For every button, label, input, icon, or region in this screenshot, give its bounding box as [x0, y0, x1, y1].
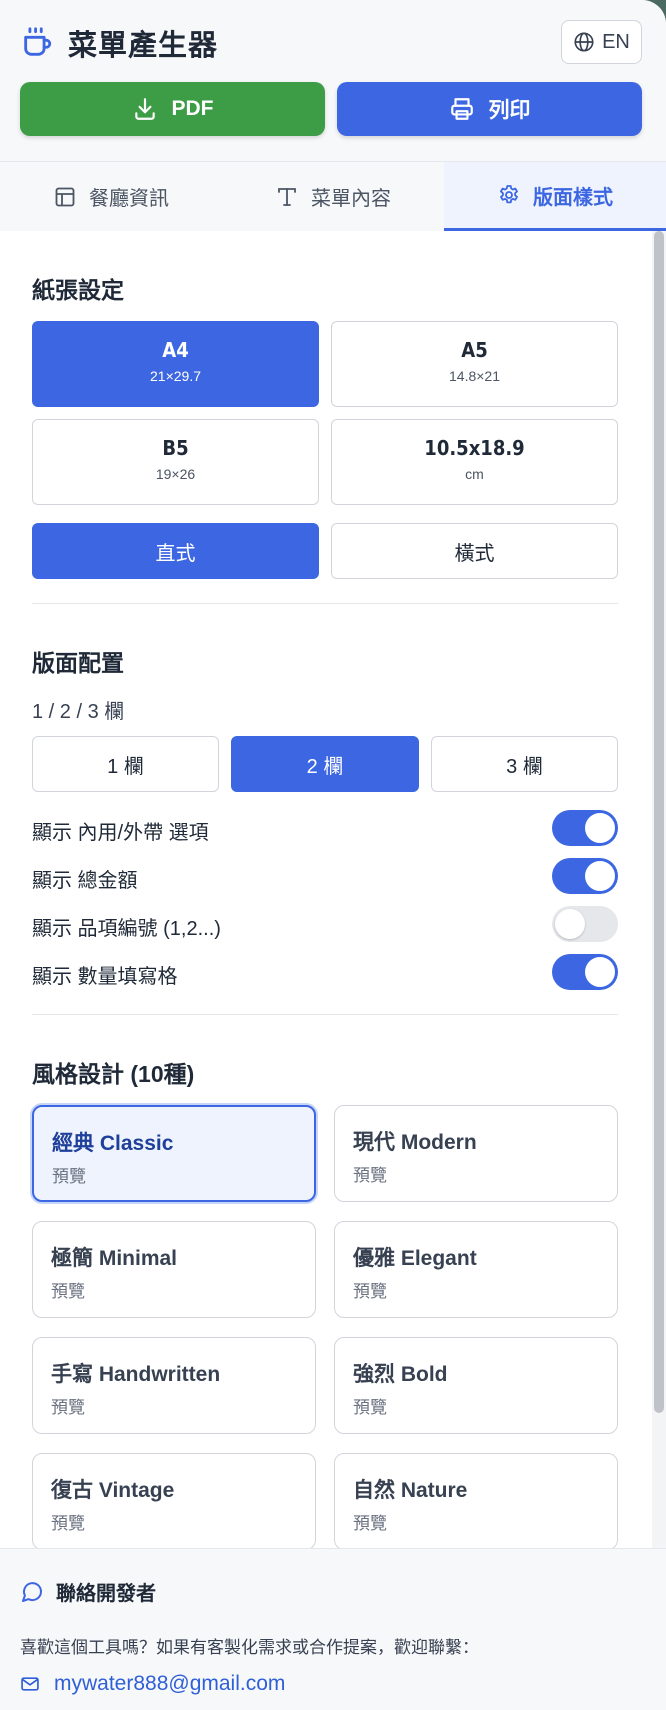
pdf-button[interactable]: PDF [20, 82, 325, 136]
toggle-dine-in-takeout: 顯示 內用/外帶 選項 [32, 810, 618, 846]
paper-size-custom[interactable]: 10.5x18.9 cm [331, 419, 618, 505]
toggle-label: 顯示 總金額 [32, 870, 138, 892]
paper-size-name: A5 [461, 338, 488, 362]
paper-settings-title: 紙張設定 [32, 277, 124, 303]
style-preview-label: 預覽 [51, 1282, 85, 1301]
toggle-item-numbers: 顯示 品項編號 (1,2...) [32, 906, 618, 942]
style-card-vintage[interactable]: 復古 Vintage 預覽 [32, 1453, 316, 1550]
style-name: 強烈 Bold [353, 1363, 448, 1386]
paper-size-b5[interactable]: B5 19×26 [32, 419, 319, 505]
contact-email: mywater888@gmail.com [54, 1672, 286, 1695]
paper-size-name: 10.5x18.9 [424, 436, 525, 460]
column-3-button[interactable]: 3 欄 [431, 736, 618, 792]
style-card-minimal[interactable]: 極簡 Minimal 預覽 [32, 1221, 316, 1318]
style-preview-label: 預覽 [353, 1514, 387, 1533]
app-panel: 菜單產生器 EN PDF 列印 餐廳資訊 菜單內容 版面樣式 紙張設定 A4 2… [0, 0, 666, 1710]
item-numbers-switch[interactable] [552, 906, 618, 942]
tab-label: 版面樣式 [533, 186, 613, 209]
brand: 菜單產生器 [20, 22, 218, 64]
printer-icon [450, 98, 473, 120]
text-icon [278, 187, 296, 206]
orientation-landscape-button[interactable]: 橫式 [331, 523, 618, 579]
section-divider [32, 1014, 618, 1015]
paper-size-a5[interactable]: A5 14.8×21 [331, 321, 618, 407]
tab-bar: 餐廳資訊 菜單內容 版面樣式 [0, 161, 666, 231]
tab-label: 菜單內容 [311, 188, 391, 210]
layout-settings-title: 版面配置 [32, 650, 124, 676]
dine-in-takeout-switch[interactable] [552, 810, 618, 846]
header: 菜單產生器 EN PDF 列印 [0, 0, 666, 161]
gear-icon [500, 185, 518, 204]
style-preview-label: 預覽 [52, 1167, 86, 1186]
style-preview-label: 預覽 [51, 1514, 85, 1533]
tab-layout-style[interactable]: 版面樣式 [444, 162, 666, 231]
mail-icon [21, 1677, 39, 1691]
style-card-nature[interactable]: 自然 Nature 預覽 [334, 1453, 618, 1550]
column-2-button[interactable]: 2 欄 [231, 736, 419, 792]
switch-knob [585, 813, 615, 843]
style-card-bold[interactable]: 強烈 Bold 預覽 [334, 1337, 618, 1434]
style-card-elegant[interactable]: 優雅 Elegant 預覽 [334, 1221, 618, 1318]
language-button[interactable]: EN [561, 20, 642, 64]
columns-label: 1 / 2 / 3 欄 [32, 701, 125, 723]
style-name: 手寫 Handwritten [51, 1363, 221, 1386]
language-label: EN [602, 30, 630, 53]
toggle-label: 顯示 數量填寫格 [32, 966, 178, 988]
style-name: 優雅 Elegant [353, 1247, 477, 1270]
contact-header: 聯絡開發者 [20, 1577, 156, 1606]
style-name: 現代 Modern [353, 1131, 477, 1154]
globe-icon [574, 32, 594, 52]
message-circle-icon [22, 1581, 43, 1602]
style-name: 極簡 Minimal [51, 1247, 178, 1270]
orientation-portrait-button[interactable]: 直式 [32, 523, 319, 579]
paper-size-dimensions: 14.8×21 [449, 368, 500, 384]
paper-size-a4[interactable]: A4 21×29.7 [32, 321, 319, 407]
print-button[interactable]: 列印 [337, 82, 642, 136]
paper-size-dimensions: cm [465, 466, 484, 482]
contact-email-link[interactable]: mywater888@gmail.com [20, 1672, 285, 1696]
style-preview-label: 預覽 [353, 1166, 387, 1185]
paper-size-dimensions: 21×29.7 [150, 368, 201, 384]
style-preview-label: 預覽 [353, 1282, 387, 1301]
app-title: 菜單產生器 [68, 30, 219, 62]
style-preview-label: 預覽 [353, 1398, 387, 1417]
coffee-cup-icon [24, 27, 52, 56]
switch-knob [585, 861, 615, 891]
style-card-modern[interactable]: 現代 Modern 預覽 [334, 1105, 618, 1202]
style-name: 復古 Vintage [51, 1479, 175, 1502]
contact-description: 喜歡這個工具嗎？如果有客製化需求或合作提案，歡迎聯繫： [20, 1638, 479, 1657]
toggle-label: 顯示 品項編號 (1,2...) [32, 918, 221, 940]
toggle-quantity-field: 顯示 數量填寫格 [32, 954, 618, 990]
contact-title: 聯絡開發者 [56, 1583, 156, 1605]
style-name: 經典 Classic [52, 1132, 174, 1155]
quantity-field-switch[interactable] [552, 954, 618, 990]
switch-knob [555, 909, 585, 939]
switch-knob [585, 957, 615, 987]
style-card-handwritten[interactable]: 手寫 Handwritten 預覽 [32, 1337, 316, 1434]
download-icon [134, 98, 155, 120]
paper-size-dimensions: 19×26 [155, 466, 196, 482]
style-name: 自然 Nature [353, 1479, 468, 1502]
contact-footer: 聯絡開發者 喜歡這個工具嗎？如果有客製化需求或合作提案，歡迎聯繫： mywate… [0, 1548, 666, 1710]
total-amount-switch[interactable] [552, 858, 618, 894]
toggle-label: 顯示 內用/外帶 選項 [32, 822, 209, 844]
print-label: 列印 [488, 99, 531, 122]
section-divider [32, 603, 618, 604]
style-design-title: 風格設計 (10種) [32, 1061, 195, 1087]
layout-icon [55, 187, 75, 206]
toggle-total-amount: 顯示 總金額 [32, 858, 618, 894]
paper-size-name: A4 [162, 338, 189, 362]
pdf-label: PDF [171, 97, 214, 120]
paper-size-name: B5 [162, 436, 189, 460]
tab-menu-content[interactable]: 菜單內容 [222, 162, 444, 231]
tab-restaurant-info[interactable]: 餐廳資訊 [0, 162, 222, 231]
column-1-button[interactable]: 1 欄 [32, 736, 219, 792]
style-preview-label: 預覽 [51, 1398, 85, 1417]
tab-label: 餐廳資訊 [89, 188, 169, 210]
scrollbar-thumb[interactable] [654, 231, 664, 1413]
style-card-classic[interactable]: 經典 Classic 預覽 [32, 1105, 316, 1202]
